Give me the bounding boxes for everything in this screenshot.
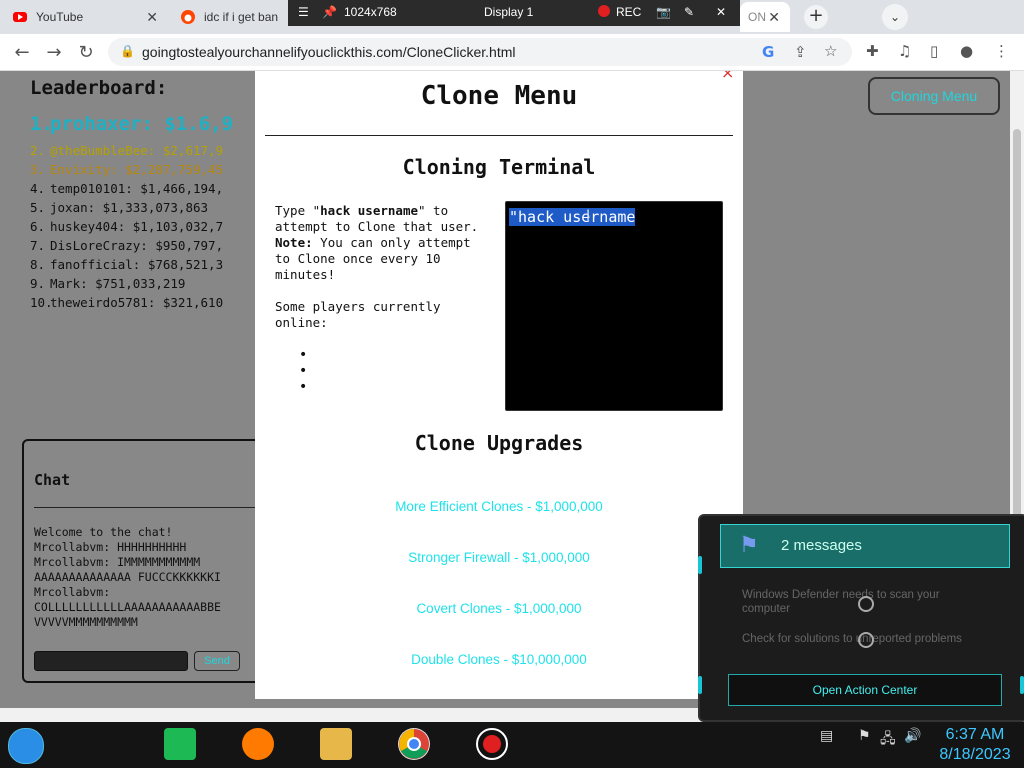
online-players-list: • • •: [299, 347, 308, 395]
keyboard-icon[interactable]: ▤: [820, 728, 833, 744]
leaderboard-row: 6. huskey404: $1,103,032,7: [30, 219, 224, 234]
forward-icon[interactable]: →: [44, 42, 64, 63]
leaderboard-row: 5. joxan: $1,333,073,863: [30, 200, 209, 215]
chat-messages: Welcome to the chat! Mrcollabvm: HHHHHHH…: [34, 525, 221, 629]
upgrade-double-clones[interactable]: Double Clones - $10,000,000: [255, 652, 743, 667]
tab-label: ON: [748, 10, 766, 24]
start-button[interactable]: [8, 728, 44, 764]
action-center-popup: ⚑ 2 messages Windows Defender needs to s…: [698, 514, 1024, 722]
tab-label: YouTube: [36, 10, 84, 24]
reload-icon[interactable]: ↻: [76, 42, 96, 63]
upgrade-efficient-clones[interactable]: More Efficient Clones - $1,000,000: [255, 499, 743, 514]
back-icon[interactable]: ←: [12, 42, 32, 63]
tab-youtube[interactable]: YouTube ✕: [0, 2, 168, 32]
star-icon[interactable]: ☆: [824, 42, 837, 60]
tab-active[interactable]: ON ✕: [740, 2, 790, 32]
reddit-icon: [180, 9, 196, 25]
clock-date[interactable]: 8/18/2023: [930, 746, 1020, 764]
decor: [1020, 676, 1024, 694]
leaderboard-row: 4. temp010101: $1,466,194,: [30, 181, 224, 196]
upgrades-title: Clone Upgrades: [414, 431, 584, 455]
browser-toolbar: ← → ↻ 🔒 goingtostealyourchannelifyouclic…: [0, 34, 1024, 71]
online-players-label: Some players currently online:: [275, 299, 441, 330]
spotify-icon[interactable]: [164, 728, 196, 760]
cloning-menu-button[interactable]: Cloning Menu: [868, 77, 1000, 115]
clock-icon: [858, 596, 874, 612]
flag-icon[interactable]: ⚑: [858, 728, 871, 744]
firefox-icon[interactable]: [242, 728, 274, 760]
display-label: Display 1: [484, 5, 534, 19]
upgrade-covert-clones[interactable]: Covert Clones - $1,000,000: [255, 601, 743, 616]
divider: [265, 135, 733, 136]
text-cursor-icon: I: [586, 208, 591, 224]
upgrade-stronger-firewall[interactable]: Stronger Firewall - $1,000,000: [255, 550, 743, 565]
extensions-icon[interactable]: ✚: [866, 42, 879, 60]
terminal-instructions: Type "hack username" to attempt to Clone…: [275, 203, 479, 330]
record-icon[interactable]: [598, 5, 610, 20]
google-icon[interactable]: G: [762, 43, 774, 61]
url-text: goingtostealyourchannelifyouclickthis.co…: [142, 44, 516, 60]
clock-time[interactable]: 6:37 AM: [930, 726, 1020, 744]
profile-icon[interactable]: ●: [960, 42, 973, 60]
network-icon[interactable]: 🖧: [880, 728, 896, 752]
close-tab-icon[interactable]: ✕: [768, 9, 780, 26]
pencil-icon[interactable]: ✎: [684, 5, 694, 19]
more-icon[interactable]: ⋮: [994, 42, 1009, 60]
tab-reddit[interactable]: idc if i get ban: [168, 2, 288, 32]
decor: [698, 676, 702, 694]
resolution-label: 1024x768: [344, 5, 397, 19]
close-tab-icon[interactable]: ✕: [146, 9, 158, 26]
record-label[interactable]: REC: [616, 5, 641, 19]
volume-icon[interactable]: 🔊: [904, 728, 921, 744]
cloning-terminal[interactable]: "hack username I: [505, 201, 723, 411]
sidepanel-icon[interactable]: ▯: [930, 42, 938, 60]
media-icon[interactable]: ♫: [898, 42, 911, 60]
flag-icon: ⚑: [739, 533, 759, 558]
clock-icon: [858, 632, 874, 648]
chat-title: Chat: [34, 471, 71, 489]
pin-icon[interactable]: 📌: [322, 5, 337, 19]
camera-icon[interactable]: 📷: [656, 5, 671, 19]
recorder-toolbar: ☰ 📌 1024x768 Display 1 REC 📷 ✎ ✕: [288, 0, 740, 26]
leaderboard: Leaderboard: 1.prohaxer: $1.6,9 2. @theBu…: [30, 77, 233, 314]
send-button[interactable]: Send: [194, 651, 240, 671]
message-count: 2 messages: [781, 537, 862, 554]
chat-panel: Chat Welcome to the chat! Mrcollabvm: HH…: [22, 439, 266, 683]
terminal-text: "hack username: [509, 208, 636, 226]
leaderboard-row: 3. Envixity: $2,287,759,45: [30, 162, 224, 177]
chrome-icon[interactable]: [398, 728, 430, 760]
open-action-center-button[interactable]: Open Action Center: [728, 674, 1002, 706]
share-icon[interactable]: ⇪: [794, 43, 807, 61]
modal-title: Clone Menu: [420, 81, 578, 111]
leaderboard-row: 1.prohaxer: $1.6,9: [30, 113, 234, 135]
menu-icon[interactable]: ☰: [298, 5, 309, 19]
file-explorer-icon[interactable]: [320, 728, 352, 760]
leaderboard-row: 10.theweirdo5781: $321,610: [30, 295, 224, 310]
leaderboard-row: 8. fanofficial: $768,521,3: [30, 257, 224, 272]
new-tab-button[interactable]: +: [804, 5, 828, 29]
record-app-icon[interactable]: [476, 728, 508, 760]
address-bar[interactable]: 🔒 goingtostealyourchannelifyouclickthis.…: [108, 38, 852, 66]
chat-input[interactable]: [34, 651, 188, 671]
leaderboard-row: 9. Mark: $751,033,219: [30, 276, 186, 291]
clone-menu-modal: × Clone Menu Cloning Terminal Type "hack…: [255, 71, 743, 699]
taskbar: ▤ ⚑ 🖧 🔊 6:37 AM 8/18/2023: [0, 722, 1024, 768]
leaderboard-title: Leaderboard:: [30, 77, 168, 99]
divider: [34, 507, 264, 508]
leaderboard-row: 2. @theBumbleBee: $2,617,9: [30, 143, 224, 158]
youtube-icon: [12, 9, 28, 25]
terminal-title: Cloning Terminal: [402, 155, 596, 179]
lock-icon: 🔒: [120, 44, 135, 58]
notification-header[interactable]: ⚑ 2 messages: [720, 524, 1010, 568]
chevron-down-icon[interactable]: ⌄: [882, 4, 908, 30]
leaderboard-row: 7. DisLoreCrazy: $950,797,: [30, 238, 224, 253]
decor: [698, 556, 702, 574]
tab-label: idc if i get ban: [204, 10, 279, 24]
close-icon[interactable]: ✕: [716, 5, 726, 19]
tab-bar: YouTube ✕ idc if i get ban ☰ 📌 1024x768 …: [0, 0, 1024, 34]
